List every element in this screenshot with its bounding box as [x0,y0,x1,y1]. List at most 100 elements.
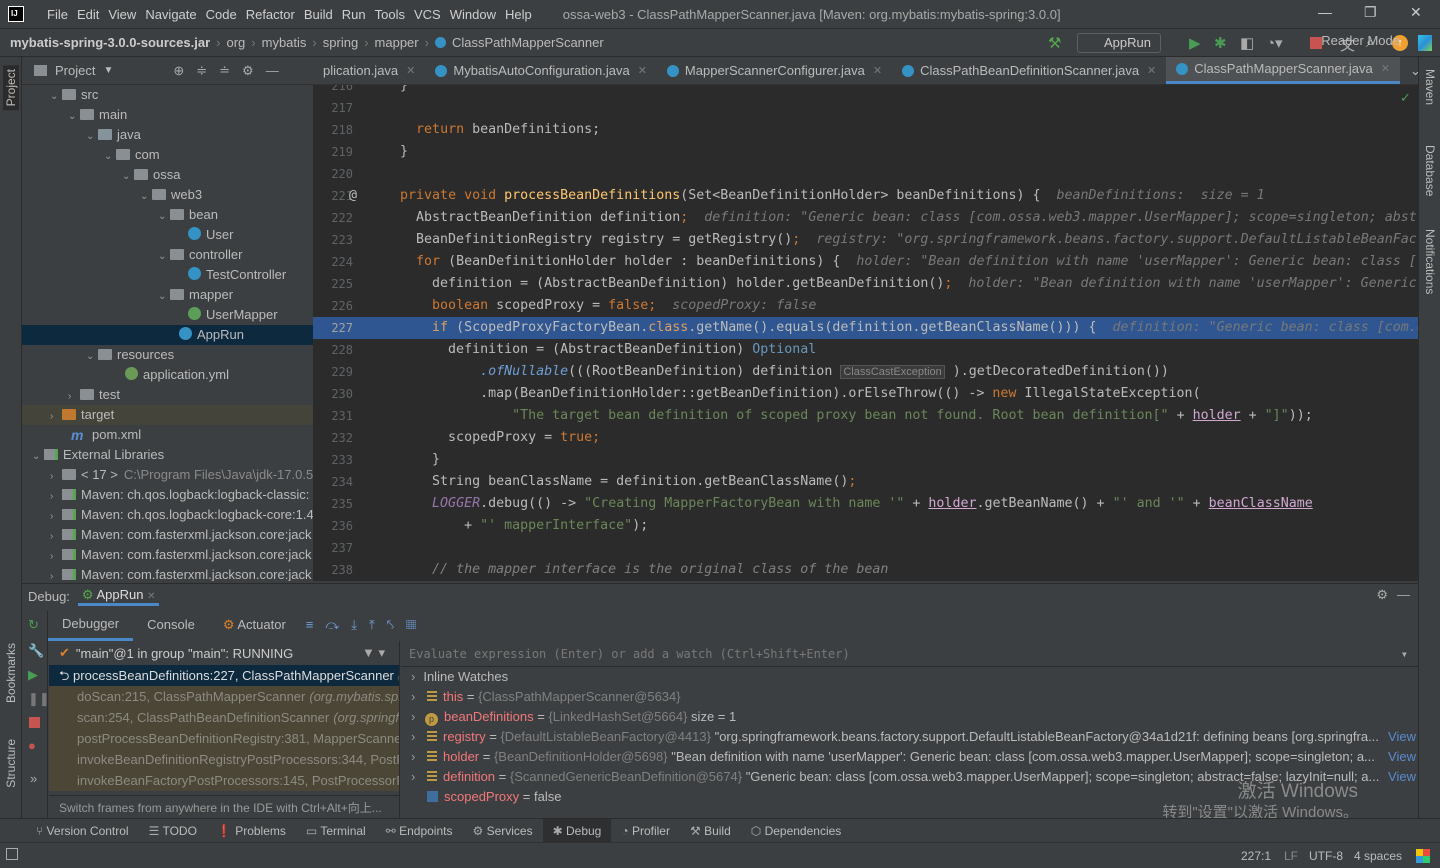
expand-arrow-icon[interactable]: › [411,727,421,747]
tab-debugger[interactable]: Debugger [48,610,134,641]
breadcrumb-org[interactable]: org [226,35,245,50]
menu-file[interactable]: File [45,7,75,22]
line-number[interactable]: 217 [313,97,353,119]
line-number[interactable]: 221 [313,185,353,207]
menu-vcs[interactable]: VCS [412,7,448,22]
variable-row[interactable]: › holder = {BeanDefinitionHolder@5698} Vie… [401,747,1418,767]
chevron-down-icon[interactable]: ⌄ [158,287,170,307]
view-breakpoints-icon[interactable]: ● [22,734,47,757]
tree-item[interactable]: application.yml [22,365,313,385]
line-number[interactable]: 229 [313,361,353,383]
close-tab-icon[interactable]: ✕ [1147,57,1156,84]
tree-item[interactable]: ⌄ resources [22,345,313,365]
editor-tab[interactable]: ClassPathBeanDefinitionScanner.java ✕ [892,57,1166,84]
stack-frame[interactable]: invokeBeanDefinitionRegistryPostProcesso… [49,749,399,770]
chevron-down-icon[interactable]: ⌄ [50,87,62,107]
chevron-right-icon[interactable]: › [50,467,62,487]
line-number[interactable]: 219 [313,141,353,163]
chevron-right-icon[interactable]: › [50,547,62,567]
thread-selector[interactable]: ✔ "main"@1 in group "main": RUNNING ▼ ▾ [49,641,399,665]
tree-item[interactable]: › Maven: ch.qos.logback:logback-core:1.4 [22,505,313,525]
breadcrumb-mybatis[interactable]: mybatis [262,35,307,50]
stop-debug-icon[interactable] [22,711,47,734]
tool-window-profiler[interactable]: ◔ Profiler [611,819,680,843]
line-number[interactable]: 233 [313,449,353,471]
tool-window-terminal[interactable]: ▭ Terminal [296,819,376,843]
notifications-tool-button[interactable]: Notifications [1423,229,1437,294]
minimize-icon[interactable]: — [1318,4,1332,20]
restore-icon[interactable]: ❐ [1364,4,1377,21]
variable-row[interactable]: › p beanDefinitions = {LinkedHashSet@5664}… [401,707,1418,727]
plugin-icon[interactable] [1418,35,1432,51]
line-number[interactable]: 231 [313,405,353,427]
tree-item[interactable]: ⌄ main [22,105,313,125]
tree-item[interactable]: ⌄ ossa [22,165,313,185]
toggle-tool-windows-icon[interactable] [6,848,18,860]
tree-item[interactable]: › target [22,405,313,425]
indent-setting[interactable]: 4 spaces [1354,849,1402,863]
line-number[interactable]: 237 [313,537,353,559]
line-number[interactable]: 223 [313,229,353,251]
watch-dropdown-icon[interactable]: ▾ [1401,641,1408,667]
chevron-down-icon[interactable]: ⌄ [158,207,170,227]
line-number[interactable]: 218 [313,119,353,141]
line-separator[interactable]: LF [1284,849,1298,863]
chevron-down-icon[interactable]: ⌄ [68,107,80,127]
stack-frame[interactable]: postProcessBeanDefinitionRegistry:381, M… [49,728,399,749]
tool-window-version-control[interactable]: ⑂ Version Control [26,819,139,843]
maven-tool-button[interactable]: Maven [1423,69,1437,105]
line-number[interactable]: 230 [313,383,353,405]
coverage-icon[interactable]: ◧ [1240,34,1254,52]
menu-run[interactable]: Run [340,7,373,22]
line-number[interactable]: 216 [313,85,353,97]
project-tool-button[interactable]: Project [3,65,19,111]
chevron-down-icon[interactable]: ▼ [103,65,113,76]
more-icon[interactable]: » [22,757,47,800]
chevron-right-icon[interactable]: › [50,567,62,581]
run-icon[interactable]: ▶ [1189,34,1201,52]
close-icon[interactable]: ✕ [1410,4,1422,21]
filter-icon[interactable]: ▼ ▾ [362,645,385,661]
view-link[interactable]: View [1388,727,1416,747]
tree-item[interactable]: ⌄ com [22,145,313,165]
line-number[interactable]: 225 [313,273,353,295]
editor-tab[interactable]: MapperScannerConfigurer.java ✕ [657,57,892,84]
chevron-down-icon[interactable]: ⌄ [140,187,152,207]
hide-panel-icon[interactable]: — [1397,587,1410,602]
tree-item[interactable]: › Maven: com.fasterxml.jackson.core:jack [22,525,313,545]
structure-tool-button[interactable]: Structure [4,739,18,788]
menu-code[interactable]: Code [204,7,244,22]
tree-item[interactable]: ⌄ External Libraries [22,445,313,465]
menu-tools[interactable]: Tools [373,7,412,22]
expand-arrow-icon[interactable]: › [411,747,421,767]
tree-item[interactable]: › Maven: ch.qos.logback:logback-classic: [22,485,313,505]
menu-build[interactable]: Build [302,7,340,22]
tree-item[interactable]: m pom.xml [22,425,313,445]
chevron-down-icon[interactable]: ⌄ [122,167,134,187]
expand-arrow-icon[interactable]: › [411,687,421,707]
database-tool-button[interactable]: Database [1423,145,1437,196]
caret-position[interactable]: 227:1 [1241,849,1271,863]
line-number[interactable]: 226 [313,295,353,317]
tool-window-services[interactable]: ⚙ Services [462,819,542,843]
run-configuration-select[interactable]: AppRun ▾ [1077,33,1161,68]
tree-item[interactable]: User [22,225,313,245]
rerun-icon[interactable]: ↻ [22,611,47,639]
variable-row[interactable]: › this = {ClassPathMapperScanner@5634} [401,687,1418,707]
debug-session-tab[interactable]: ⚙ AppRun ✕ [77,587,160,606]
project-toolbar-icons[interactable]: ⊕≑≐⚙— [173,63,290,79]
menu-window[interactable]: Window [448,7,503,22]
tool-window-debug[interactable]: ✱ Debug [542,818,612,843]
view-link[interactable]: View [1388,747,1416,767]
line-number[interactable]: 235 [313,493,353,515]
stack-frame[interactable]: ⮌ processBeanDefinitions:227, ClassPathM… [49,665,399,686]
expand-arrow-icon[interactable]: › [411,707,421,727]
debug-icon[interactable]: ✱ [1214,34,1227,52]
chevron-right-icon[interactable]: › [50,507,62,527]
stepping-toolbar-icons[interactable]: ≡⤼⤓⤒⤣▦ [306,617,428,633]
evaluate-expression-input[interactable]: Evaluate expression (Enter) or add a wat… [401,641,1418,667]
expand-arrow-icon[interactable]: › [411,767,421,787]
breadcrumb-class[interactable]: ClassPathMapperScanner [452,35,604,50]
chevron-right-icon[interactable]: › [50,527,62,547]
chevron-down-icon[interactable]: ⌄ [158,247,170,267]
